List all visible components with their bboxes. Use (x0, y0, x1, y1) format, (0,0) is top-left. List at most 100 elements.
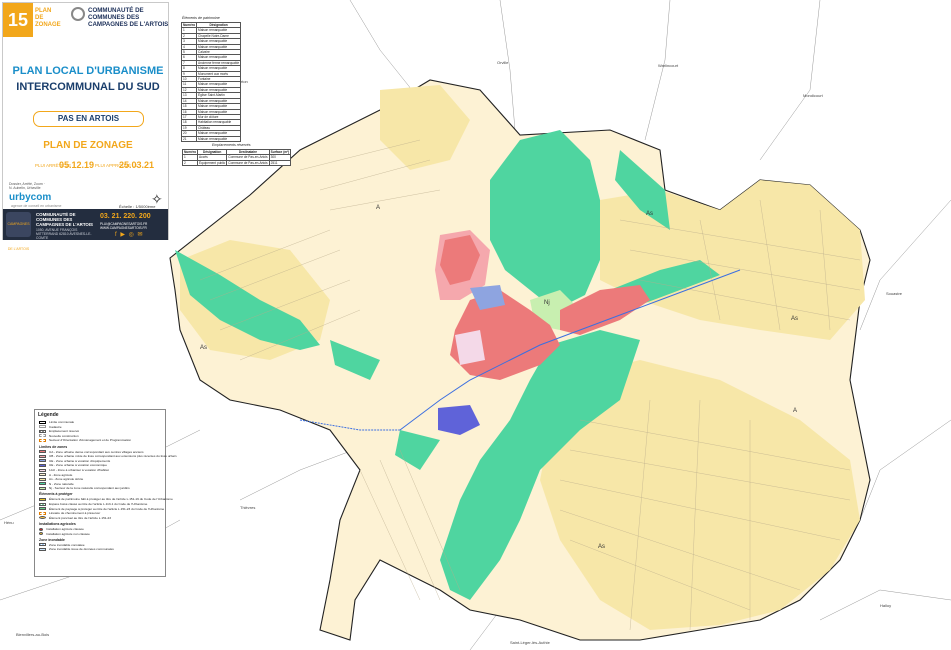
table-row: 1 Accès Commune de Pas-en-Artois 300 (181, 154, 292, 161)
legend-item: Secteur d'Orientation d'Aménagement et d… (39, 438, 131, 443)
plan-number: 15 (3, 3, 33, 37)
legend-swatch-icon (39, 511, 46, 515)
legend-label: Cadastre (49, 424, 62, 429)
table-header: Surface (m²) (268, 148, 292, 156)
legend-label: Installation agricole non classée (46, 531, 90, 536)
legend-swatch-icon (39, 425, 46, 429)
zone-label-As: As (598, 544, 606, 550)
legend-swatch-icon (39, 473, 46, 477)
legend-swatch-icon (39, 527, 43, 531)
table-row: 21 Maison remarquable (180, 135, 242, 142)
table-cell: Commune de Pas-en-Artois (226, 154, 270, 161)
table-cell: Maison remarquable (196, 135, 242, 142)
legend-label: Espace boisé classé au titre de l'articl… (49, 502, 148, 506)
legend-swatch-icon (39, 459, 46, 463)
legend-swatch-icon (39, 434, 46, 438)
legend-section-title: Installations agricoles (39, 521, 76, 526)
zone-label-As: As (791, 316, 799, 322)
legend-label: Zone inondable issue de données communal… (49, 547, 114, 552)
zone-1AU-fill (455, 330, 485, 365)
legend-item: Nj - Secteur de la zone naturelle corres… (39, 486, 130, 491)
legend-item: Installation agricole non classée (39, 532, 90, 537)
legend-swatch-icon (39, 507, 46, 511)
agency-logo: urbycom (9, 192, 52, 203)
neighbor-label: Warlincourt (658, 63, 679, 68)
patrimoine-caption: Éléments de patrimoine (182, 16, 220, 20)
legend-swatch-icon (39, 498, 46, 502)
community-name: COMMUNAUTÉ DE COMMUNES DES CAMPAGNES DE … (88, 7, 169, 28)
table-header: Numéro (181, 148, 199, 156)
neighbor-label: Halloy (880, 603, 892, 608)
community-logo-icon (71, 7, 85, 21)
plan-tag: PLAN DE ZONAGE (35, 8, 61, 28)
table-cell: Équipement public (197, 159, 228, 167)
legend-label: Élément de patrimoine bâti à protéger au… (49, 497, 173, 502)
legend-label: A - Zone agricole (49, 472, 73, 477)
table-cell: Ancienne ferme remarquable (196, 59, 242, 67)
neighbor-label: Thièvres (240, 505, 256, 510)
legend-swatch-icon (39, 547, 46, 551)
legend-swatch-icon (39, 439, 46, 443)
legend-swatch-icon (39, 420, 46, 424)
table-cell: 2 (181, 159, 199, 167)
legend-label: As - Zone agricole stricte (49, 477, 84, 482)
footer-banner: CAMPAGNES DE L'ARTOIS COMMUNAUTÉ DE COMM… (3, 209, 168, 251)
legend-swatch-icon (39, 516, 46, 520)
patrimoine-table: Numéro Désignation 1 Maison remarquable 2 C… (180, 21, 242, 142)
legend-label: UB - Zone urbaine mixte de tissu corresp… (49, 454, 177, 459)
neighbor-label: Hénu (4, 520, 14, 525)
footer-email: PLUI@CAMPAGNESARTOIS.FR WWW.CAMPAGNESART… (100, 222, 148, 230)
table-cell: 21 (180, 135, 198, 142)
legend-label: Élément de paysage à protéger au titre d… (49, 506, 165, 511)
legend-section-title: Zone inondable (39, 537, 65, 542)
table-cell: Commune de Pas-en-Artois (226, 159, 270, 167)
legend-label: UE - Zone urbaine à vocation d'équipemen… (49, 458, 111, 463)
neighbor-label: Souastre (886, 291, 903, 296)
footer-name: COMMUNAUTÉ DE COMMUNES DES CAMPAGNES DE … (36, 212, 93, 227)
arrete-date: 05.12.19 (59, 160, 95, 170)
zone-label-Nj: Nj (544, 300, 550, 306)
table-row: 2 Équipement public Commune de Pas-en-Ar… (181, 159, 292, 167)
map-legend: Légende Limite communale Cadastre Emplacem… (34, 409, 176, 577)
neighbor-label: Orville (497, 60, 509, 65)
footer-phone: 03. 21. 220. 200 (100, 213, 151, 220)
social-icons: f ▶ ◎ ✉ (115, 232, 144, 238)
legend-label: UE - Zone urbaine à vocation économique (49, 463, 107, 468)
zone-label-A: A (376, 205, 381, 211)
legend-label: N - Zone naturelle (49, 481, 74, 486)
legend-swatch-icon (39, 482, 46, 486)
approuve-date: 25.03.21 (119, 160, 155, 170)
neighbor-label: Bienvillers-au-Bois (16, 632, 50, 637)
footer-address: 1050, AVENUE FRANÇOIS MITTERRAND 62810 A… (36, 228, 92, 240)
legend-label: Élément ponctuel au titre de l'article L… (49, 515, 111, 520)
legend-title: Légende (38, 412, 59, 418)
legend-swatch-icon (39, 532, 43, 536)
legend-item: Zone inondable issue de données communal… (39, 547, 114, 552)
legend-section-title: Éléments à protéger (39, 492, 73, 497)
legend-label: Limite communale (49, 420, 75, 424)
main-title: PLAN LOCAL D'URBANISME (12, 65, 164, 77)
credits: Dossier, Arrêté, Zoom · N. Aubelin, Urba… (9, 182, 45, 190)
legend-swatch-icon (39, 468, 46, 472)
legend-swatch-icon (39, 477, 46, 481)
title-block: 15 PLAN DE ZONAGE COMMUNAUTÉ DE COMMUNES… (2, 2, 169, 251)
legend-swatch-icon (39, 454, 46, 458)
legend-swatch-icon (39, 450, 46, 454)
legend-section-title: Limites de zones (39, 444, 68, 449)
zone-label-As: As (200, 345, 208, 351)
legend-label: Linéaire de cheminement à préserver (49, 511, 101, 516)
legend-swatch-icon (39, 543, 46, 547)
table-header: Numéro (180, 21, 198, 29)
legend-label: Installation agricole classée (46, 526, 84, 531)
footer-logo: CAMPAGNES DE L'ARTOIS (6, 212, 31, 251)
reserves-caption: Emplacements réservés (212, 143, 251, 147)
zone-label-A: A (793, 408, 798, 414)
table-cell: 2511 (268, 159, 292, 167)
main-title-line2: INTERCOMMUNAL DU SUD (16, 81, 160, 93)
legend-label: Zone inondable constatée (49, 542, 85, 547)
neighbor-label: Mondicourt (803, 93, 823, 98)
legend-label: Nj - Secteur de la zone naturelle corres… (49, 486, 130, 491)
legend-label: Nouvelle construction (49, 433, 79, 438)
legend-label: Secteur d'Orientation d'Aménagement et d… (49, 438, 132, 443)
plan-subtitle: PLAN DE ZONAGE (43, 140, 133, 151)
